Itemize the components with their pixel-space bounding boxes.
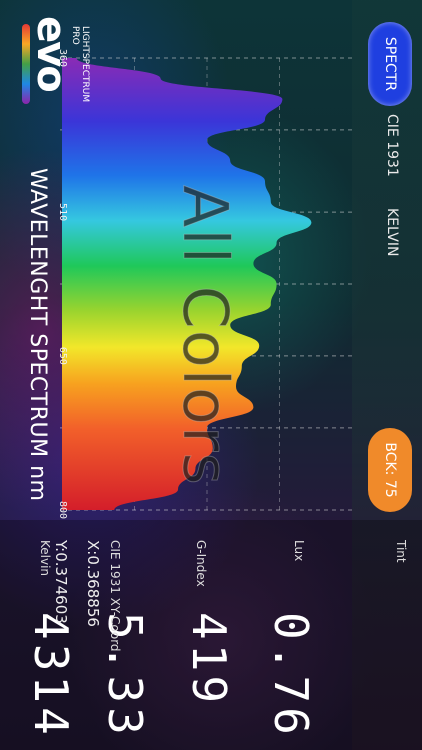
x-tick-label: 510 <box>57 203 68 221</box>
app-logo: LIGHTSPECTRUM PRO evo <box>6 10 96 110</box>
app-screen: SPECTR CIE 1931 KELVIN BCK: 75 360 510 6… <box>0 0 422 750</box>
x-tick-label: 800 <box>57 501 68 519</box>
measurement-panel: Tint Lux Kelvin G-Index 4314 5.33 419 0.… <box>0 520 422 750</box>
lux-value: 419 <box>182 612 236 708</box>
y-coordinate: Y:0.374603 <box>52 540 70 624</box>
x-coordinate: X:0.368856 <box>84 540 102 627</box>
kelvin-label: Kelvin <box>38 540 52 577</box>
lux-label: Lux <box>292 540 306 562</box>
logo-wordmark: evo <box>28 16 74 91</box>
logo-color-bar <box>22 24 30 104</box>
x-tick-label: 650 <box>57 347 68 365</box>
chart-title: WAVELENGHT SPECTRUM nm <box>25 168 50 502</box>
gindex-label: G-Index <box>194 540 208 587</box>
cie-1931-tab[interactable]: CIE 1931 <box>384 114 400 177</box>
cie-coord-label: CIE 1931 XY-Coord <box>108 540 122 652</box>
kelvin-value: 4314 <box>24 612 78 739</box>
kelvin-tab[interactable]: KELVIN <box>384 208 400 256</box>
filter-watermark: All Colors <box>169 185 243 487</box>
tint-value: 5.33 <box>98 612 152 739</box>
spectr-button[interactable]: SPECTR <box>368 22 412 106</box>
gindex-value: 0.76 <box>264 612 318 739</box>
tint-label: Tint <box>394 540 408 563</box>
background-level-button[interactable]: BCK: 75 <box>368 428 412 512</box>
